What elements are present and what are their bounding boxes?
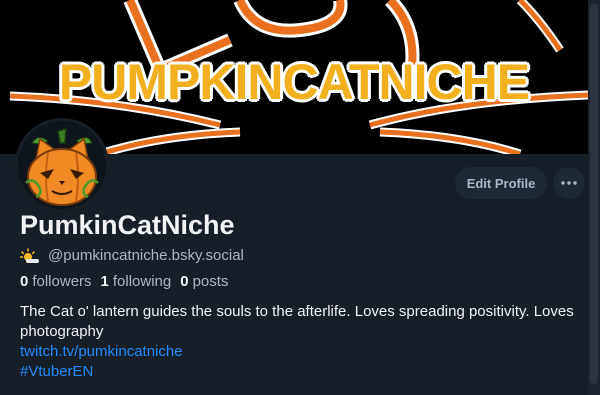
handle-row: @pumkincatniche.bsky.social xyxy=(20,247,244,264)
pumpkin-cat-avatar-icon xyxy=(18,121,106,209)
sun-behind-cloud-icon xyxy=(20,247,39,263)
followers-label: followers xyxy=(32,273,92,290)
followers-count: 0 xyxy=(20,273,29,290)
handle[interactable]: @pumkincatniche.bsky.social xyxy=(48,247,244,264)
edit-profile-button[interactable]: Edit Profile xyxy=(455,167,547,199)
profile-stats: 0 followers 1 following 0 posts xyxy=(20,273,228,290)
twitch-link[interactable]: twitch.tv/pumkincatniche xyxy=(20,342,580,362)
followers-stat[interactable]: 0 followers xyxy=(20,273,92,290)
scrollbar-thumb[interactable] xyxy=(590,4,598,384)
display-name: PumkinCatNiche xyxy=(20,210,235,240)
scrollbar[interactable] xyxy=(588,0,600,395)
following-stat[interactable]: 1 following xyxy=(101,273,172,290)
following-label: following xyxy=(112,273,172,290)
ellipsis-icon xyxy=(561,181,577,185)
profile-bio: The Cat o' lantern guides the souls to t… xyxy=(20,302,580,382)
following-count: 1 xyxy=(100,273,109,290)
banner-title: PUMPKINCATNICHE xyxy=(57,53,531,112)
avatar[interactable] xyxy=(15,118,109,212)
more-options-button[interactable] xyxy=(553,167,585,199)
bio-text: The Cat o' lantern guides the souls to t… xyxy=(20,303,574,340)
hashtag-link[interactable]: #VtuberEN xyxy=(20,362,580,382)
posts-count: 0 xyxy=(180,273,189,290)
posts-stat: 0 posts xyxy=(180,273,228,290)
posts-label: posts xyxy=(192,273,229,290)
